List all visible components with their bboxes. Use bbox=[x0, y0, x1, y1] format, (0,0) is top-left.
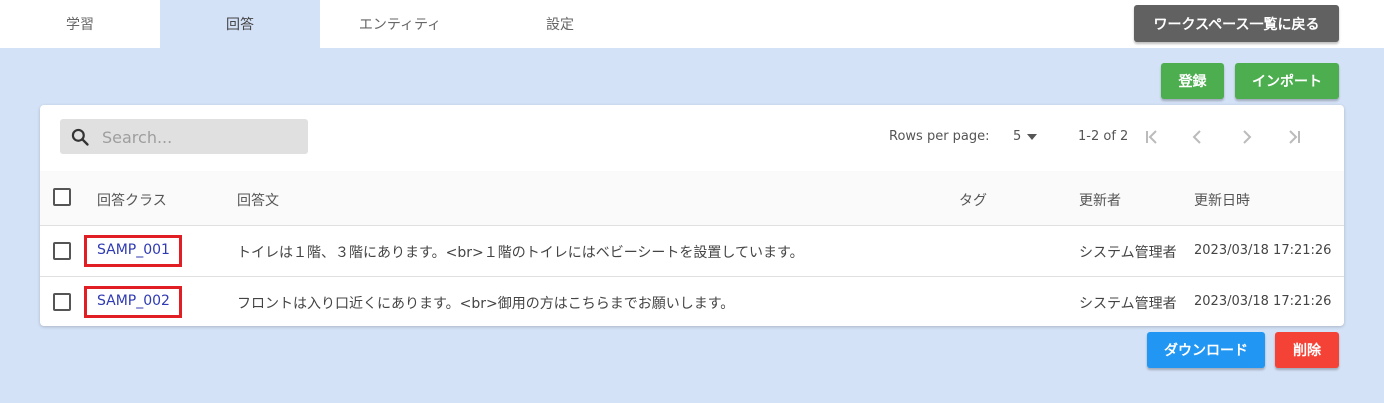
tab-settings[interactable]: 設定 bbox=[480, 0, 640, 48]
next-page-icon[interactable] bbox=[1236, 127, 1256, 147]
answer-table-card: Rows per page: 5 1-2 of 2 回答クラス 回答文 タグ 更… bbox=[40, 105, 1344, 326]
answer-text: トイレは１階、３階にあります。<br>１階のトイレにはベビーシートを設置していま… bbox=[237, 245, 804, 261]
pagination-range: 1-2 of 2 bbox=[1078, 129, 1129, 144]
table-row[interactable]: SAMP_001 トイレは１階、３階にあります。<br>１階のトイレにはベビーシ… bbox=[40, 226, 1344, 277]
search-input[interactable] bbox=[100, 119, 304, 156]
search-icon bbox=[71, 128, 89, 146]
tab-entities[interactable]: エンティティ bbox=[320, 0, 480, 48]
download-button[interactable]: ダウンロード bbox=[1147, 332, 1265, 368]
previous-page-icon[interactable] bbox=[1188, 127, 1208, 147]
table-row[interactable]: SAMP_002 フロントは入り口近くにあります。<br>御用の方はこちらまでお… bbox=[40, 277, 1344, 327]
last-page-icon[interactable] bbox=[1284, 127, 1304, 147]
answer-updated-at: 2023/03/18 17:21:26 bbox=[1194, 243, 1332, 258]
header-answer-class[interactable]: 回答クラス bbox=[97, 190, 167, 210]
dropdown-arrow-icon[interactable] bbox=[1026, 133, 1038, 141]
answer-updater: システム管理者 bbox=[1079, 296, 1177, 312]
tab-learning[interactable]: 学習 bbox=[0, 0, 160, 48]
rows-per-page-select[interactable]: 5 bbox=[1013, 129, 1021, 144]
answer-class-link[interactable]: SAMP_001 bbox=[97, 242, 170, 258]
search-box[interactable] bbox=[60, 119, 308, 156]
row-checkbox[interactable] bbox=[53, 293, 71, 311]
tab-answers[interactable]: 回答 bbox=[160, 0, 320, 48]
header-updated-at[interactable]: 更新日時 bbox=[1194, 190, 1250, 210]
back-to-workspaces-button[interactable]: ワークスペース一覧に戻る bbox=[1134, 5, 1339, 42]
header-updater[interactable]: 更新者 bbox=[1079, 190, 1121, 210]
table-header: 回答クラス 回答文 タグ 更新者 更新日時 bbox=[40, 171, 1344, 226]
import-button[interactable]: インポート bbox=[1235, 63, 1339, 99]
rows-per-page-label: Rows per page: bbox=[889, 129, 990, 144]
answer-text: フロントは入り口近くにあります。<br>御用の方はこちらまでお願いします。 bbox=[237, 296, 735, 312]
header-answer-text[interactable]: 回答文 bbox=[237, 190, 279, 210]
header-tag[interactable]: タグ bbox=[959, 190, 987, 210]
select-all-checkbox[interactable] bbox=[53, 188, 71, 206]
answer-updater: システム管理者 bbox=[1079, 245, 1177, 261]
register-button[interactable]: 登録 bbox=[1161, 63, 1224, 99]
first-page-icon[interactable] bbox=[1142, 127, 1162, 147]
delete-button[interactable]: 削除 bbox=[1275, 332, 1339, 368]
row-checkbox[interactable] bbox=[53, 242, 71, 260]
answer-class-link[interactable]: SAMP_002 bbox=[97, 293, 170, 309]
answer-updated-at: 2023/03/18 17:21:26 bbox=[1194, 294, 1332, 309]
top-nav: 学習 回答 エンティティ 設定 ワークスペース一覧に戻る bbox=[0, 0, 1384, 48]
